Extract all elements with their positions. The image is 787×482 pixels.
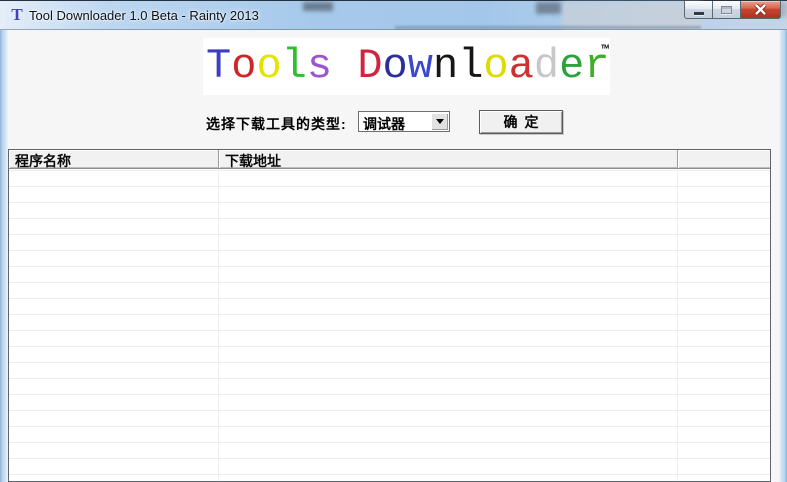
logo-letter: a — [508, 42, 534, 90]
logo-letters: Tools Downloader — [206, 42, 610, 90]
table-row — [9, 379, 770, 395]
logo-letter: T — [206, 42, 232, 90]
logo-letter: n — [432, 42, 459, 90]
logo-letter: o — [483, 42, 509, 90]
table-row — [9, 331, 770, 347]
table-row — [9, 203, 770, 219]
table-row — [9, 427, 770, 443]
window-border-left — [0, 30, 8, 482]
table-row — [9, 251, 770, 267]
table-row — [9, 267, 770, 283]
type-label: 选择下载工具的类型: — [206, 116, 347, 132]
app-icon[interactable]: T — [9, 6, 25, 24]
column-separator — [677, 169, 678, 481]
logo-letter: d — [533, 42, 560, 90]
maximize-button[interactable] — [712, 1, 741, 19]
table-row — [9, 395, 770, 411]
table-row — [9, 171, 770, 187]
glass-reflection — [562, 2, 702, 28]
app-logo: Tools Downloader ™ — [203, 38, 610, 95]
logo-letter: D — [357, 42, 383, 90]
glass-reflection — [303, 2, 333, 11]
window-border-right — [779, 30, 787, 482]
table-row — [9, 443, 770, 459]
minimize-button[interactable] — [684, 1, 713, 19]
list-body[interactable] — [9, 169, 770, 481]
table-row — [9, 411, 770, 427]
logo-letter: w — [407, 42, 433, 90]
type-select[interactable]: 调试器 — [358, 111, 450, 132]
type-select-value: 调试器 — [363, 116, 405, 132]
table-row — [9, 235, 770, 251]
table-row — [9, 347, 770, 363]
trademark-symbol: ™ — [601, 43, 609, 58]
window-title: Tool Downloader 1.0 Beta - Rainty 2013 — [29, 8, 259, 23]
logo-letter: l — [458, 42, 484, 90]
table-row — [9, 315, 770, 331]
window-titlebar[interactable]: T Tool Downloader 1.0 Beta - Rainty 2013 — [0, 0, 787, 30]
caption-buttons — [684, 1, 781, 19]
logo-letter: o — [382, 42, 408, 90]
table-row — [9, 299, 770, 315]
download-list[interactable]: 程序名称 下载地址 — [8, 149, 771, 482]
column-separator — [218, 169, 219, 481]
app-window: T Tool Downloader 1.0 Beta - Rainty 2013 — [0, 0, 787, 482]
maximize-icon — [721, 5, 732, 14]
logo-letter: e — [559, 42, 585, 90]
column-header-program-name[interactable]: 程序名称 — [9, 150, 219, 168]
logo-letter: l — [281, 42, 307, 90]
table-row — [9, 363, 770, 379]
logo-letter — [332, 42, 357, 90]
glass-reflection — [536, 2, 561, 14]
table-row — [9, 459, 770, 475]
column-header-extra[interactable] — [678, 150, 770, 168]
logo-letter: o — [256, 42, 282, 90]
table-row — [9, 283, 770, 299]
glass-reflection — [395, 26, 701, 29]
client-area: Tools Downloader ™ 选择下载工具的类型: 调试器 确定 程序名… — [8, 30, 779, 482]
chevron-down-icon[interactable] — [431, 113, 448, 130]
list-header: 程序名称 下载地址 — [9, 150, 770, 169]
logo-letter: s — [306, 42, 333, 90]
logo-letter: o — [231, 42, 257, 90]
minimize-icon — [693, 11, 704, 15]
table-row — [9, 219, 770, 235]
confirm-button[interactable]: 确定 — [479, 110, 563, 134]
close-button[interactable] — [740, 1, 781, 19]
column-header-download-url[interactable]: 下载地址 — [219, 150, 678, 168]
close-icon — [754, 4, 767, 15]
table-row — [9, 187, 770, 203]
